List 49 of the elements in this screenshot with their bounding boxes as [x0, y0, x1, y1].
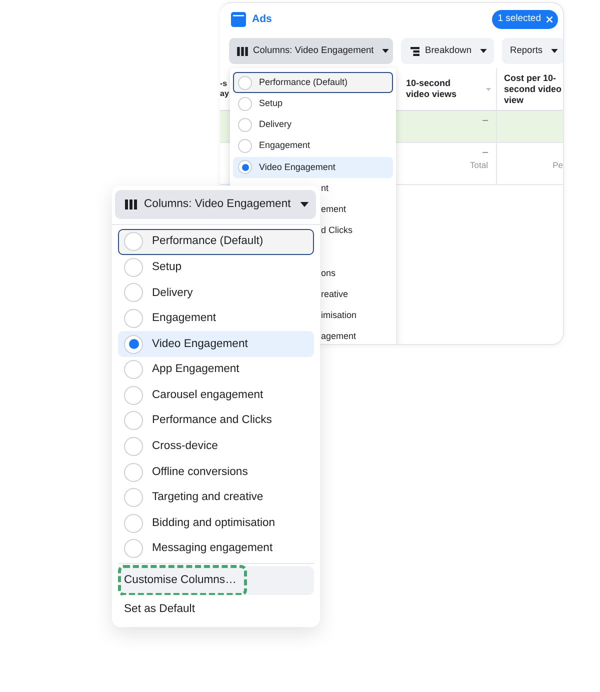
column-header: -s ay [220, 79, 229, 99]
caret-down-icon [550, 49, 558, 53]
menu-option[interactable]: Setup [233, 93, 393, 114]
caret-down-icon [382, 49, 389, 53]
reports-button[interactable]: Reports [502, 38, 563, 64]
menu-option[interactable]: agement [321, 330, 356, 344]
menu-option[interactable]: App Engagement [118, 356, 314, 383]
menu-option[interactable]: Targeting and creative [118, 484, 314, 511]
menu-option[interactable]: Performance (Default) [118, 229, 314, 255]
menu-option[interactable]: Delivery [233, 114, 393, 136]
cell-caption: Total [470, 159, 488, 171]
table-cell: – [482, 146, 488, 159]
menu-option[interactable]: Carousel engagement [118, 382, 314, 408]
columns-button[interactable]: Columns: Video Engagement [115, 190, 316, 219]
window-icon [231, 12, 246, 27]
menu-option[interactable]: Video Engagement [233, 156, 393, 178]
menu-option[interactable]: reative [321, 288, 348, 302]
table-cell: – [482, 114, 488, 127]
menu-option[interactable]: Video Engagement [118, 331, 314, 357]
menu-option[interactable]: Performance and Clicks [118, 408, 314, 434]
selection-badge[interactable]: 1 selected [492, 10, 558, 29]
menu-option[interactable]: d Clicks [321, 224, 353, 238]
menu-option[interactable]: ons [321, 266, 336, 280]
stacked-bars-icon [410, 46, 420, 56]
columns-icon [237, 46, 248, 56]
menu-action[interactable]: Customise Columns… [118, 566, 314, 595]
column-header: 10-second video views [406, 78, 458, 100]
breakdown-button[interactable]: Breakdown [401, 38, 494, 64]
caret-down-icon [300, 202, 309, 207]
menu-option[interactable]: nt [321, 182, 329, 196]
window-title: Ads [252, 12, 272, 27]
menu-option[interactable]: Delivery [118, 280, 314, 306]
menu-option[interactable]: Setup [118, 254, 314, 280]
columns-icon [125, 199, 137, 210]
caret-down-icon [480, 49, 487, 53]
column-header: Cost per 10-second video view [504, 72, 563, 106]
columns-button[interactable]: Columns: Video Engagement [229, 38, 393, 64]
menu-option[interactable]: imisation [321, 308, 357, 322]
menu-option[interactable]: ement [321, 202, 346, 216]
menu-option[interactable]: Engagement [233, 136, 393, 157]
close-icon [546, 16, 553, 23]
menu-option[interactable]: Cross-device [118, 434, 314, 460]
sort-icon [486, 88, 491, 90]
menu-option[interactable]: Engagement [118, 306, 314, 332]
menu-option[interactable]: Offline conversions [118, 459, 314, 485]
menu-option[interactable]: Messaging engagement [118, 536, 314, 562]
cell-caption: Pe [552, 159, 563, 171]
menu-option[interactable]: Bidding and optimisation [118, 510, 314, 536]
menu-option[interactable]: Performance (Default) [233, 72, 393, 94]
